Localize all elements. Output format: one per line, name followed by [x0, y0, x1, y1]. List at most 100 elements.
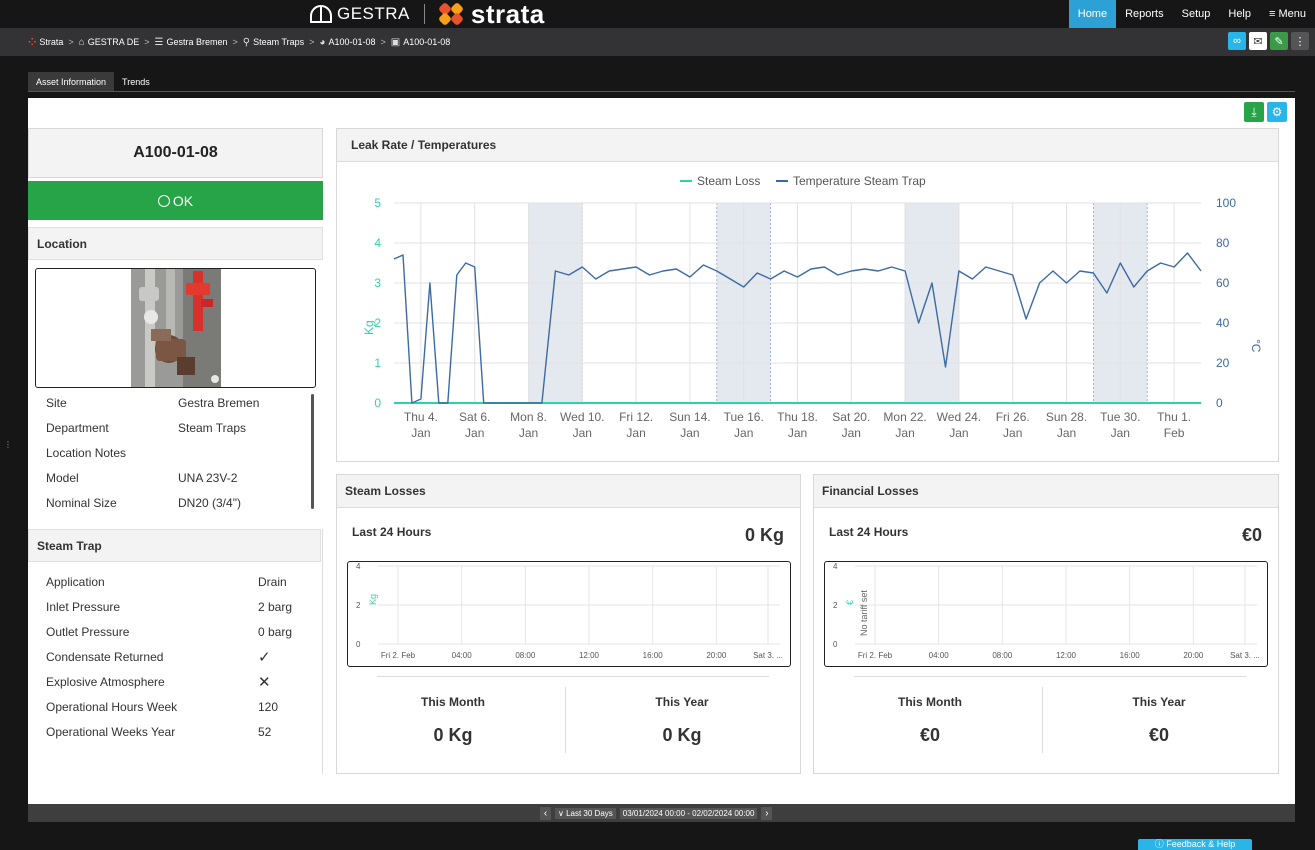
inlet-pressure-label: Inlet Pressure	[46, 600, 121, 614]
steam-this-month-label: This Month	[421, 695, 485, 709]
site-value: Gestra Bremen	[178, 396, 260, 410]
x-tick: Mon 22.	[883, 410, 926, 424]
mini-x-tick: Sat 3. ...	[1230, 651, 1260, 660]
nav-home[interactable]: Home	[1068, 0, 1117, 28]
y-left-tick: 4	[374, 236, 381, 250]
download-icon[interactable]: ⤓	[1244, 102, 1264, 122]
x-tick: Tue 16.	[724, 410, 764, 424]
x-tick: Jan	[842, 426, 861, 440]
asset-page: ⤓ ⚙ A100-01-08 OK Location Site Gestra B…	[28, 98, 1295, 804]
y-axis-left-label: Kg	[362, 320, 376, 335]
mini-x-tick: 12:00	[579, 651, 600, 660]
operational-weeks-value: 52	[258, 725, 272, 739]
application-value: Drain	[258, 575, 287, 589]
gestra-logo: GESTRA	[310, 4, 410, 24]
brand-separator	[423, 4, 425, 24]
steam-trap-border	[322, 529, 323, 774]
weekend-shade	[528, 203, 583, 403]
mini-x-tick: Sat 3. ...	[753, 651, 783, 660]
steam-trap-details: Application Drain Inlet Pressure 2 barg …	[46, 575, 302, 745]
mini-x-tick: Fri 2. Feb	[858, 651, 893, 660]
x-tick: Jan	[895, 426, 914, 440]
x-tick: Jan	[519, 426, 538, 440]
nav-reports[interactable]: Reports	[1116, 0, 1173, 28]
breadcrumb-company[interactable]: ⌂ GESTRA DE	[79, 37, 140, 48]
edit-icon[interactable]: ✎	[1270, 32, 1288, 50]
mail-icon[interactable]: ✉	[1249, 32, 1267, 50]
status-label: OK	[172, 192, 194, 209]
x-tick: Jan	[1111, 426, 1130, 440]
mini-y-tick: 0	[833, 640, 838, 649]
nav-setup[interactable]: Setup	[1173, 0, 1220, 28]
breadcrumb-sensor[interactable]: ▣ A100-01-08	[391, 37, 451, 48]
tab-trends[interactable]: Trends	[114, 72, 158, 92]
x-tick: Sun 14.	[669, 410, 710, 424]
brand: GESTRA strata	[310, 0, 545, 29]
check-icon: ✓	[258, 649, 271, 666]
legend-temperature[interactable]: Temperature Steam Trap	[793, 174, 926, 188]
y-axis-right-label: °C	[1249, 339, 1263, 353]
mini-x-tick: 20:00	[1183, 651, 1204, 660]
breadcrumb-department[interactable]: ⚲ Steam Traps	[243, 37, 304, 48]
y-right-tick: 0	[1216, 396, 1223, 410]
x-tick: Fri 12.	[619, 410, 653, 424]
date-range-value[interactable]: 03/01/2024 00:00 - 02/02/2024 00:00	[619, 807, 758, 819]
more-options-icon[interactable]: ⋮	[1291, 32, 1309, 50]
chevron-right-icon[interactable]: ›	[761, 806, 773, 820]
strata-icon: ⁘	[28, 36, 37, 48]
steam-mini-chart: 0 2 4 Fri 2. Feb 04:00 08:00 12:00 16:00 20:00 Sa…	[356, 562, 783, 660]
financial-this-year-value: €0	[1148, 725, 1170, 745]
x-tick: Mon 8.	[510, 410, 547, 424]
mini-x-tick: Fri 2. Feb	[381, 651, 416, 660]
date-preset-select[interactable]: ∨ Last 30 Days	[555, 807, 616, 819]
strata-logo[interactable]: strata	[437, 0, 545, 30]
mini-x-tick: 08:00	[515, 651, 536, 660]
location-scrollbar[interactable]	[311, 394, 314, 509]
breadcrumb-separator: >	[144, 37, 150, 47]
explosive-atmosphere-label: Explosive Atmosphere	[46, 675, 165, 689]
x-tick: Thu 4.	[404, 410, 438, 424]
y-right-tick: 100	[1216, 196, 1236, 210]
x-tick: Jan	[1003, 426, 1022, 440]
mini-x-tick: 08:00	[992, 651, 1013, 660]
breadcrumb-separator: >	[68, 37, 74, 47]
location-details: Site Gestra Bremen Department Steam Trap…	[46, 396, 306, 511]
tab-asset-information[interactable]: Asset Information	[28, 72, 115, 92]
x-tick: Jan	[734, 426, 753, 440]
mini-x-tick: 16:00	[643, 651, 664, 660]
department-value: Steam Traps	[178, 421, 247, 435]
mini-y-tick: 2	[833, 601, 838, 610]
financial-this-month-label: This Month	[898, 695, 962, 709]
steam-trap-heading: Steam Trap	[28, 529, 321, 562]
hierarchy-icon: ⚲	[242, 36, 251, 48]
nav-menu[interactable]: ≡ Menu	[1260, 0, 1315, 28]
financial-this-year-label: This Year	[1132, 695, 1186, 709]
settings-icon[interactable]: ⚙	[1267, 102, 1287, 122]
site-label: Site	[46, 396, 67, 410]
outlet-pressure-value: 0 barg	[258, 625, 293, 639]
mini-x-tick: 16:00	[1120, 651, 1141, 660]
breadcrumb-site[interactable]: ☰ Gestra Bremen	[155, 37, 228, 48]
stats-vertical-divider	[565, 687, 566, 753]
strata-brand-text: strata	[470, 0, 545, 29]
financial-last24-value: €0	[1241, 525, 1262, 545]
steam-last24-label: Last 24 Hours	[352, 525, 432, 539]
link-icon[interactable]: ∞	[1228, 32, 1246, 50]
nav-help[interactable]: Help	[1219, 0, 1260, 28]
mini-y-label: €	[845, 600, 855, 605]
model-label: Model	[46, 471, 79, 485]
steam-this-month-value: 0 Kg	[433, 725, 473, 745]
breadcrumb-strata[interactable]: ⁘ Strata	[28, 37, 63, 48]
department-label: Department	[46, 421, 109, 435]
legend-steam-loss[interactable]: Steam Loss	[697, 174, 760, 188]
y-right-tick: 40	[1216, 316, 1230, 330]
mini-x-tick: 12:00	[1056, 651, 1077, 660]
financial-losses-heading: Financial Losses	[814, 475, 1278, 508]
chevron-left-icon[interactable]: ‹	[540, 806, 551, 820]
location-heading: Location	[28, 227, 323, 260]
feedback-help-button[interactable]: ⓘ Feedback & Help	[1138, 839, 1252, 850]
breadcrumb-asset[interactable]: ◕ A100-01-08	[319, 37, 375, 48]
breadcrumb-separator: >	[232, 37, 238, 47]
condensate-returned-label: Condensate Returned	[46, 650, 164, 664]
side-resize-handle[interactable]: ⋮	[4, 440, 12, 449]
